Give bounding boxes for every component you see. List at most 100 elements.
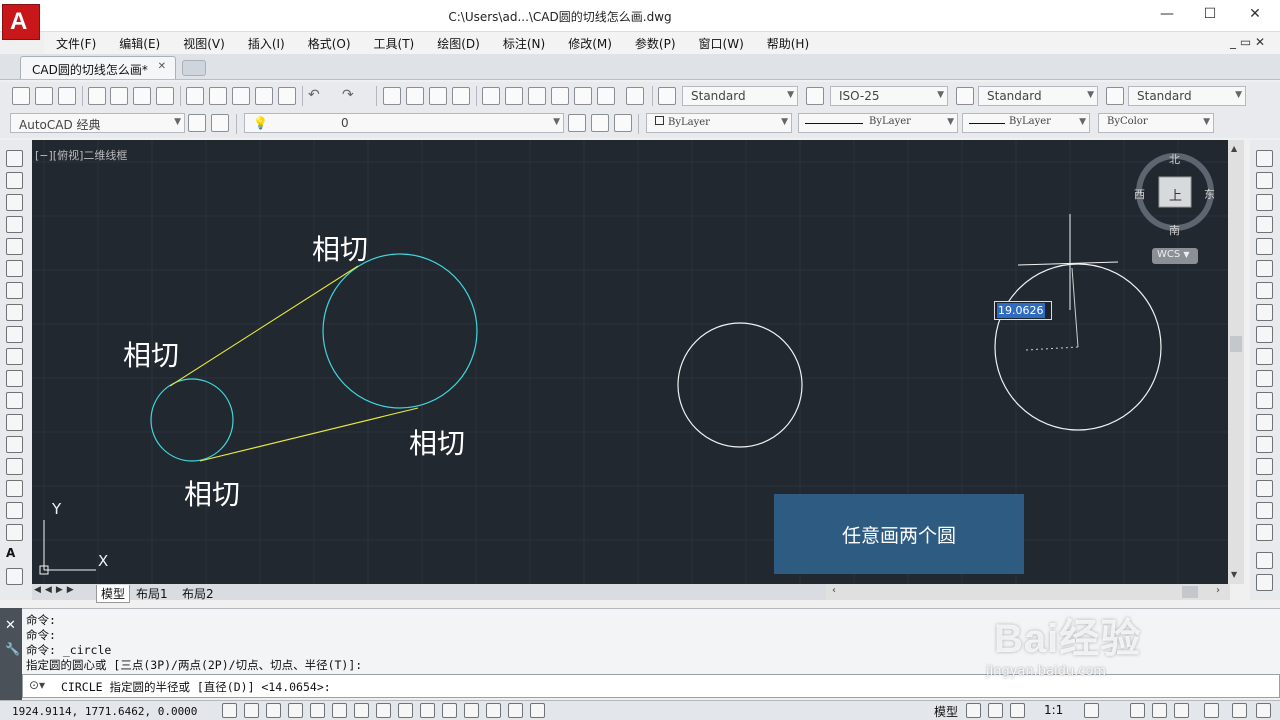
publish-icon[interactable] xyxy=(133,87,151,105)
upper-tangent-line[interactable] xyxy=(169,265,359,387)
transparency-icon[interactable] xyxy=(464,703,479,718)
tab-close-icon[interactable]: ✕ xyxy=(158,61,166,72)
command-recent-icon[interactable]: ⊙▾ xyxy=(29,678,45,692)
menu-tools[interactable]: 工具(T) xyxy=(362,32,426,52)
line-tool-icon[interactable] xyxy=(6,150,23,167)
workspace-settings-icon[interactable] xyxy=(188,114,206,132)
circle-icon[interactable] xyxy=(6,282,23,299)
dim-style-icon[interactable] xyxy=(806,87,824,105)
ortho-mode-icon[interactable] xyxy=(288,703,303,718)
viewport-controls-label[interactable]: [−][俯视]二维线框 xyxy=(35,147,127,163)
lineweight-icon[interactable] xyxy=(442,703,457,718)
menu-help[interactable]: 帮助(H) xyxy=(755,32,820,52)
table-style-select[interactable]: Standard ▼ xyxy=(978,86,1098,106)
move-icon[interactable] xyxy=(1256,260,1273,277)
break-icon[interactable] xyxy=(1256,414,1273,431)
menu-dimension[interactable]: 标注(N) xyxy=(491,32,556,52)
gradient-icon[interactable] xyxy=(6,480,23,497)
viewcube-west[interactable]: 西 xyxy=(1134,186,1145,202)
layer-state-icon[interactable] xyxy=(614,114,632,132)
3d-dwf-icon[interactable] xyxy=(156,87,174,105)
region-icon[interactable] xyxy=(6,502,23,519)
dynamic-input-box[interactable]: 19.0626 xyxy=(994,301,1052,320)
offset-icon[interactable] xyxy=(1256,216,1273,233)
save-icon[interactable] xyxy=(58,87,76,105)
viewcube-north[interactable]: 北 xyxy=(1169,151,1180,167)
draw-order-front-icon[interactable] xyxy=(1256,574,1273,591)
polyline-icon[interactable] xyxy=(6,194,23,211)
horizontal-scroll-thumb[interactable] xyxy=(1182,586,1198,598)
viewcube-east[interactable]: 东 xyxy=(1204,186,1215,202)
layer-select[interactable]: 💡 0 ▼ xyxy=(244,113,564,133)
cut-icon[interactable] xyxy=(186,87,204,105)
open-file-icon[interactable] xyxy=(35,87,53,105)
ellipse-icon[interactable] xyxy=(6,348,23,365)
quick-view-drawings-icon[interactable] xyxy=(988,703,1003,718)
explode-icon[interactable] xyxy=(1256,524,1273,541)
stretch-icon[interactable] xyxy=(1256,326,1273,343)
vertical-scrollbar[interactable]: ▲ ▼ xyxy=(1228,140,1244,584)
multileader-style-icon[interactable] xyxy=(1106,87,1124,105)
menu-format[interactable]: 格式(O) xyxy=(296,32,362,52)
model-space-button[interactable]: 模型 xyxy=(934,703,958,720)
tab-layout1[interactable]: 布局1 xyxy=(136,585,168,602)
new-tab-button[interactable] xyxy=(182,60,206,76)
redo-icon[interactable]: ↷ xyxy=(342,87,360,105)
drawing-canvas[interactable]: [−][俯视]二维线框 相切 相切 相切 相切 任意画两个圆 19.0626 Y… xyxy=(32,140,1228,584)
menu-window[interactable]: 窗口(W) xyxy=(687,32,755,52)
print-preview-icon[interactable] xyxy=(110,87,128,105)
chamfer-icon[interactable] xyxy=(1256,458,1273,475)
sheet-set-icon[interactable] xyxy=(551,87,569,105)
design-center-icon[interactable] xyxy=(505,87,523,105)
menu-edit[interactable]: 编辑(E) xyxy=(107,32,171,52)
lineweight-select[interactable]: ByLayer ▼ xyxy=(962,113,1090,133)
workspace-switching-icon[interactable] xyxy=(1130,703,1145,718)
layer-previous-icon[interactable] xyxy=(591,114,609,132)
maximize-button[interactable]: ☐ xyxy=(1201,6,1219,24)
tab-model[interactable]: 模型 xyxy=(96,585,131,603)
menu-draw[interactable]: 绘图(D) xyxy=(425,32,491,52)
copy-object-icon[interactable] xyxy=(1256,172,1273,189)
plot-style-select[interactable]: ByColor ▼ xyxy=(1098,113,1214,133)
menu-view[interactable]: 视图(V) xyxy=(171,32,236,52)
snap-mode-icon[interactable] xyxy=(244,703,259,718)
scroll-right-icon[interactable]: › xyxy=(1216,585,1220,596)
make-current-layer-icon[interactable] xyxy=(568,114,586,132)
status-menu-icon[interactable] xyxy=(1232,703,1247,718)
polar-tracking-icon[interactable] xyxy=(310,703,325,718)
doc-window-controls[interactable]: _ ▭ ✕ xyxy=(1230,35,1265,49)
layout-nav-arrows[interactable]: ◀◀▶▶ xyxy=(34,585,78,595)
tool-palettes-icon[interactable] xyxy=(528,87,546,105)
erase-icon[interactable] xyxy=(1256,150,1273,167)
lock-ui-icon[interactable] xyxy=(1152,703,1167,718)
extend-icon[interactable] xyxy=(1256,370,1273,387)
menu-file[interactable]: 文件(F) xyxy=(44,32,107,52)
join-icon[interactable] xyxy=(1256,436,1273,453)
annotation-scale[interactable]: 1:1 xyxy=(1044,703,1063,717)
object-snap-icon[interactable] xyxy=(332,703,347,718)
pan-icon[interactable] xyxy=(383,87,401,105)
menu-modify[interactable]: 修改(M) xyxy=(556,32,623,52)
rotate-icon[interactable] xyxy=(1256,282,1273,299)
quick-view-layouts-icon[interactable] xyxy=(966,703,981,718)
calculator-icon[interactable] xyxy=(597,87,615,105)
small-cyan-circle[interactable] xyxy=(150,378,234,462)
break-at-point-icon[interactable] xyxy=(1256,392,1273,409)
viewcube-top[interactable]: 上 xyxy=(1169,185,1182,204)
text-style-icon[interactable] xyxy=(658,87,676,105)
scroll-left-icon[interactable]: ‹ xyxy=(832,585,836,596)
isolate-objects-icon[interactable] xyxy=(1204,703,1219,718)
linetype-select[interactable]: ByLayer ▼ xyxy=(798,113,958,133)
multiline-text-icon[interactable]: A xyxy=(6,546,23,563)
dynamic-input-icon[interactable] xyxy=(420,703,435,718)
fillet-icon[interactable] xyxy=(1256,480,1273,497)
quick-properties-icon[interactable] xyxy=(486,703,501,718)
help-icon[interactable] xyxy=(626,87,644,105)
block-editor-icon[interactable] xyxy=(278,87,296,105)
large-cyan-circle[interactable] xyxy=(322,253,478,409)
horizontal-scrollbar[interactable]: ‹ › xyxy=(826,584,1230,600)
scroll-down-icon[interactable]: ▼ xyxy=(1231,570,1237,579)
command-window-handle[interactable]: ✕ 🔧 xyxy=(0,608,22,700)
make-block-icon[interactable] xyxy=(6,414,23,431)
multileader-style-select[interactable]: Standard ▼ xyxy=(1128,86,1246,106)
